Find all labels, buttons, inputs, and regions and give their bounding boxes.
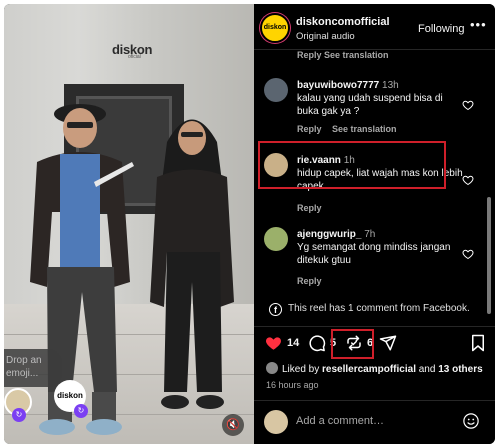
post-header: diskon diskoncomofficial Original audio … xyxy=(254,4,495,50)
commenter-avatar[interactable] xyxy=(264,227,288,251)
divider xyxy=(254,326,495,327)
others-link[interactable]: 13 others xyxy=(438,364,482,375)
add-comment-input[interactable] xyxy=(296,415,446,427)
following-button[interactable]: Following xyxy=(418,23,464,35)
see-translation-button[interactable]: See translation xyxy=(332,124,397,134)
save-button[interactable] xyxy=(470,334,486,352)
send-icon xyxy=(379,335,397,351)
like-comment-icon[interactable] xyxy=(462,174,474,186)
woman-figure xyxy=(150,119,234,409)
commenter-avatar[interactable] xyxy=(264,78,288,102)
reply-button[interactable]: Reply xyxy=(297,276,322,286)
like-button[interactable]: 14 xyxy=(264,334,299,352)
bookmark-icon xyxy=(472,334,484,352)
like-comment-icon[interactable] xyxy=(462,99,474,111)
repost-badge-icon-2: ↻ xyxy=(74,404,88,418)
divider xyxy=(254,400,495,401)
comment-text: kalau yang udah suspend bisa di buka gak… xyxy=(297,93,443,117)
muted-speaker-icon[interactable]: 🔇 xyxy=(222,414,244,436)
facebook-note-text: This reel has 1 comment from Facebook. xyxy=(288,303,470,314)
highlight-box-comment xyxy=(258,141,446,189)
facebook-icon: f xyxy=(269,303,282,316)
post-actions: 14 5 6 xyxy=(254,334,495,360)
reel-video[interactable]: diskon oficial Drop an emoji... ↻ diskon… xyxy=(4,4,254,444)
comment-bubble-icon xyxy=(309,335,326,352)
video-brand-sub: oficial xyxy=(128,54,141,60)
reply-button[interactable]: Reply xyxy=(297,203,322,213)
emoji-reaction-prompt[interactable]: Drop an emoji... xyxy=(4,349,62,387)
current-user-avatar xyxy=(264,410,288,434)
post-timestamp[interactable]: 16 hours ago xyxy=(266,380,319,390)
facebook-comment-note[interactable]: f This reel has 1 comment from Facebook. xyxy=(269,303,470,316)
emoji-icon[interactable] xyxy=(462,412,480,430)
share-button[interactable] xyxy=(379,334,397,352)
previous-comment-actions[interactable]: Reply See translation xyxy=(297,50,389,60)
comment-time: 13h xyxy=(382,80,399,91)
comments-scrollbar[interactable] xyxy=(487,197,491,314)
comment-text: Yg semangat dong mindiss jangan ditekuk … xyxy=(297,242,451,266)
more-options-icon[interactable]: ••• xyxy=(470,17,487,32)
liker-username[interactable]: resellercampofficial xyxy=(322,364,416,375)
comments-panel: diskon diskoncomofficial Original audio … xyxy=(254,4,495,444)
comment-username[interactable]: bayuwibowo7777 xyxy=(297,80,379,91)
account-name[interactable]: diskoncomofficial xyxy=(296,16,390,28)
repost-badge-icon: ↻ xyxy=(12,408,26,422)
comment-time: 7h xyxy=(364,229,376,240)
comment-username[interactable]: ajenggwurip_ xyxy=(297,229,361,240)
liker-avatar[interactable] xyxy=(266,362,278,374)
account-avatar[interactable]: diskon xyxy=(260,13,290,43)
highlight-box-repost xyxy=(331,329,374,359)
heart-filled-icon xyxy=(266,337,281,350)
like-comment-icon[interactable] xyxy=(462,248,474,260)
liked-by-line: Liked by resellercampofficial and 13 oth… xyxy=(266,362,483,375)
like-count: 14 xyxy=(287,337,300,349)
audio-label[interactable]: Original audio xyxy=(296,31,355,42)
reply-button[interactable]: Reply xyxy=(297,124,322,134)
reel-viewer: diskon oficial Drop an emoji... ↻ diskon… xyxy=(4,4,495,444)
